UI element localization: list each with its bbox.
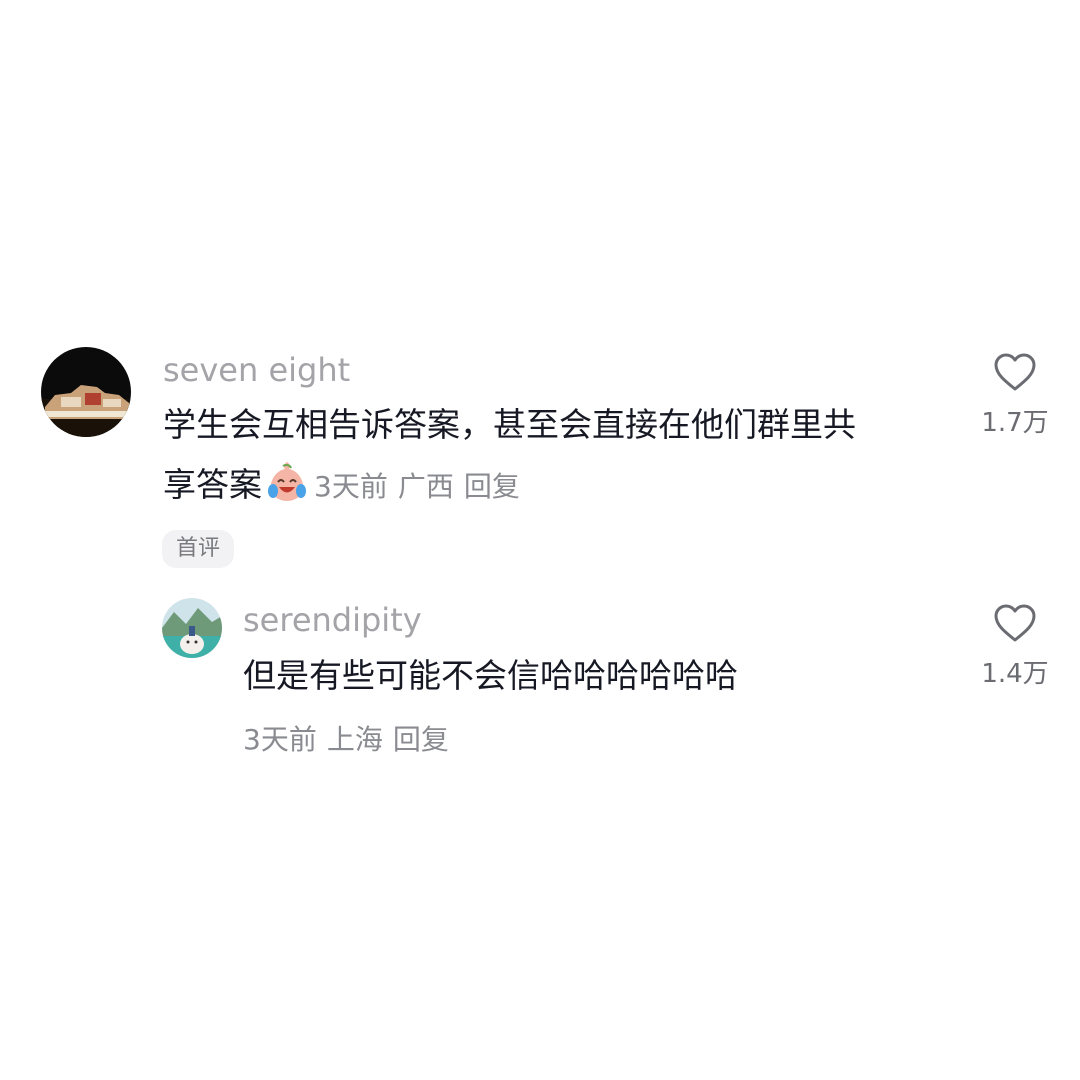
comment-meta: 3天前 广西 回复 (314, 470, 530, 503)
comment-text-line: 学生会互相告诉答案，甚至会直接在他们群里共 (163, 405, 856, 444)
comment-time: 3天前 (314, 470, 388, 503)
comment-time: 3天前 (243, 723, 317, 756)
comment-meta: 3天前 上海 回复 (243, 718, 459, 758)
username[interactable]: seven eight (163, 354, 350, 386)
first-comment-badge: 首评 (162, 530, 235, 568)
heart-outline-icon[interactable] (993, 603, 1037, 643)
avatar[interactable] (41, 347, 131, 437)
crying-laughing-emoji-icon (268, 462, 306, 501)
heart-outline-icon[interactable] (993, 352, 1037, 392)
username[interactable]: serendipity (243, 604, 422, 636)
comment-text: 学生会互相告诉答案，甚至会直接在他们群里共 享答案 3天前 广西 回复 (163, 395, 943, 517)
reply-button[interactable]: 回复 (393, 723, 449, 756)
reply-button[interactable]: 回复 (464, 470, 520, 503)
avatar-image (41, 347, 131, 437)
like-block: 1.7万 (970, 352, 1060, 439)
comment-text: 但是有些可能不会信哈哈哈哈哈哈 (243, 656, 738, 695)
like-block: 1.4万 (970, 603, 1060, 690)
like-count: 1.4万 (981, 659, 1049, 689)
comment-text-line-with-meta: 享答案 3天前 广西 回复 (163, 455, 943, 517)
comment-text-continuation: 享答案 (163, 465, 262, 504)
avatar-image (162, 598, 222, 658)
comment-location: 上海 (326, 723, 383, 756)
avatar[interactable] (162, 598, 222, 658)
comment-location: 广西 (397, 470, 454, 503)
like-count: 1.7万 (981, 408, 1049, 438)
comment-list: seven eight 学生会互相告诉答案，甚至会直接在他们群里共 享答案 3天… (0, 0, 1080, 1080)
